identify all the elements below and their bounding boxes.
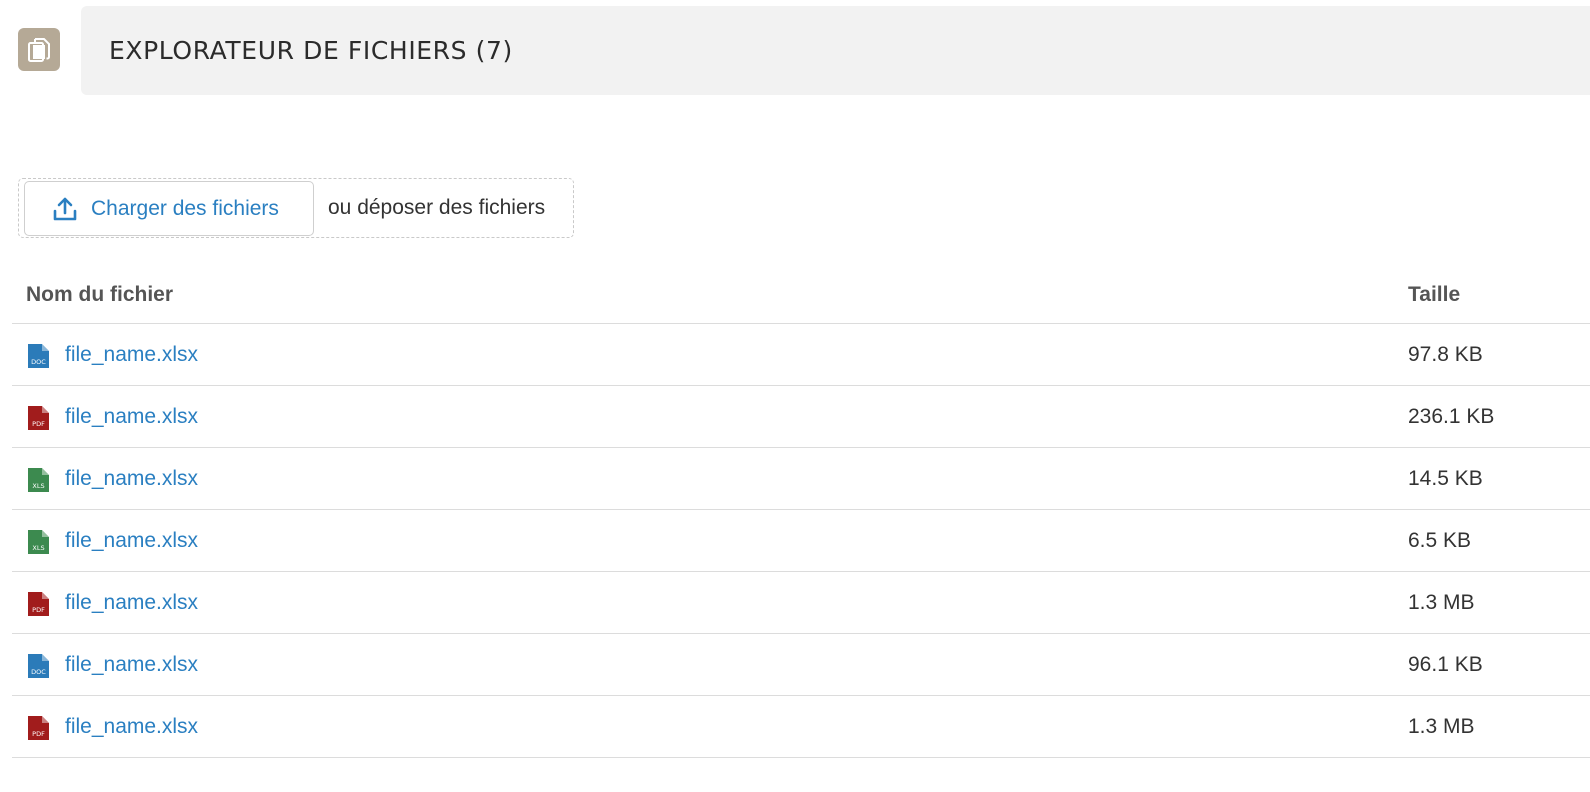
doc-file-icon: DOC — [27, 653, 50, 679]
svg-text:DOC: DOC — [31, 668, 46, 676]
file-table: Nom du fichier Taille DOC file_name.xlsx 9… — [12, 266, 1590, 758]
xls-file-icon: XLS — [27, 467, 50, 493]
table-row: DOC file_name.xlsx 97.8 KB — [12, 324, 1590, 386]
file-size: 6.5 KB — [1408, 529, 1472, 552]
table-row: PDF file_name.xlsx 1.3 MB — [12, 696, 1590, 758]
svg-text:XLS: XLS — [32, 544, 44, 552]
svg-text:XLS: XLS — [32, 482, 44, 490]
table-header: Nom du fichier Taille — [12, 266, 1590, 324]
file-size: 236.1 KB — [1408, 405, 1495, 428]
svg-text:DOC: DOC — [31, 358, 46, 366]
file-size: 1.3 MB — [1408, 591, 1475, 614]
svg-text:PDF: PDF — [32, 730, 45, 738]
pdf-file-icon: PDF — [27, 591, 50, 617]
file-name-link[interactable]: file_name.xlsx — [65, 572, 198, 633]
file-size: 96.1 KB — [1408, 653, 1483, 676]
page-header: EXPLORATEUR DE FICHIERS (7) — [0, 0, 1590, 100]
table-row: PDF file_name.xlsx 1.3 MB — [12, 572, 1590, 634]
file-size: 97.8 KB — [1408, 343, 1483, 366]
doc-file-icon: DOC — [27, 343, 50, 369]
page-title: EXPLORATEUR DE FICHIERS (7) — [109, 36, 513, 65]
table-row: XLS file_name.xlsx 6.5 KB — [12, 510, 1590, 572]
file-name-link[interactable]: file_name.xlsx — [65, 696, 198, 757]
column-header-name[interactable]: Nom du fichier — [26, 266, 173, 324]
file-drop-zone[interactable]: Charger des fichiers ou déposer des fich… — [18, 178, 574, 238]
upload-button-label: Charger des fichiers — [91, 196, 279, 220]
xls-file-icon: XLS — [27, 529, 50, 555]
svg-text:PDF: PDF — [32, 606, 45, 614]
upload-icon — [53, 196, 77, 222]
table-row: PDF file_name.xlsx 236.1 KB — [12, 386, 1590, 448]
table-body: DOC file_name.xlsx 97.8 KB PDF file_name.xls… — [12, 324, 1590, 758]
header-bar: EXPLORATEUR DE FICHIERS (7) — [81, 6, 1590, 95]
upload-files-button[interactable]: Charger des fichiers — [24, 181, 314, 236]
column-header-size[interactable]: Taille — [1408, 266, 1460, 324]
file-size: 1.3 MB — [1408, 715, 1475, 738]
file-size: 14.5 KB — [1408, 467, 1483, 490]
pdf-file-icon: PDF — [27, 715, 50, 741]
file-name-link[interactable]: file_name.xlsx — [65, 448, 198, 509]
documents-icon — [18, 28, 60, 71]
file-name-link[interactable]: file_name.xlsx — [65, 510, 198, 571]
file-name-link[interactable]: file_name.xlsx — [65, 324, 198, 385]
drop-files-text: ou déposer des fichiers — [328, 196, 546, 219]
table-row: DOC file_name.xlsx 96.1 KB — [12, 634, 1590, 696]
file-name-link[interactable]: file_name.xlsx — [65, 634, 198, 695]
file-name-link[interactable]: file_name.xlsx — [65, 386, 198, 447]
pdf-file-icon: PDF — [27, 405, 50, 431]
svg-text:PDF: PDF — [32, 420, 45, 428]
table-row: XLS file_name.xlsx 14.5 KB — [12, 448, 1590, 510]
